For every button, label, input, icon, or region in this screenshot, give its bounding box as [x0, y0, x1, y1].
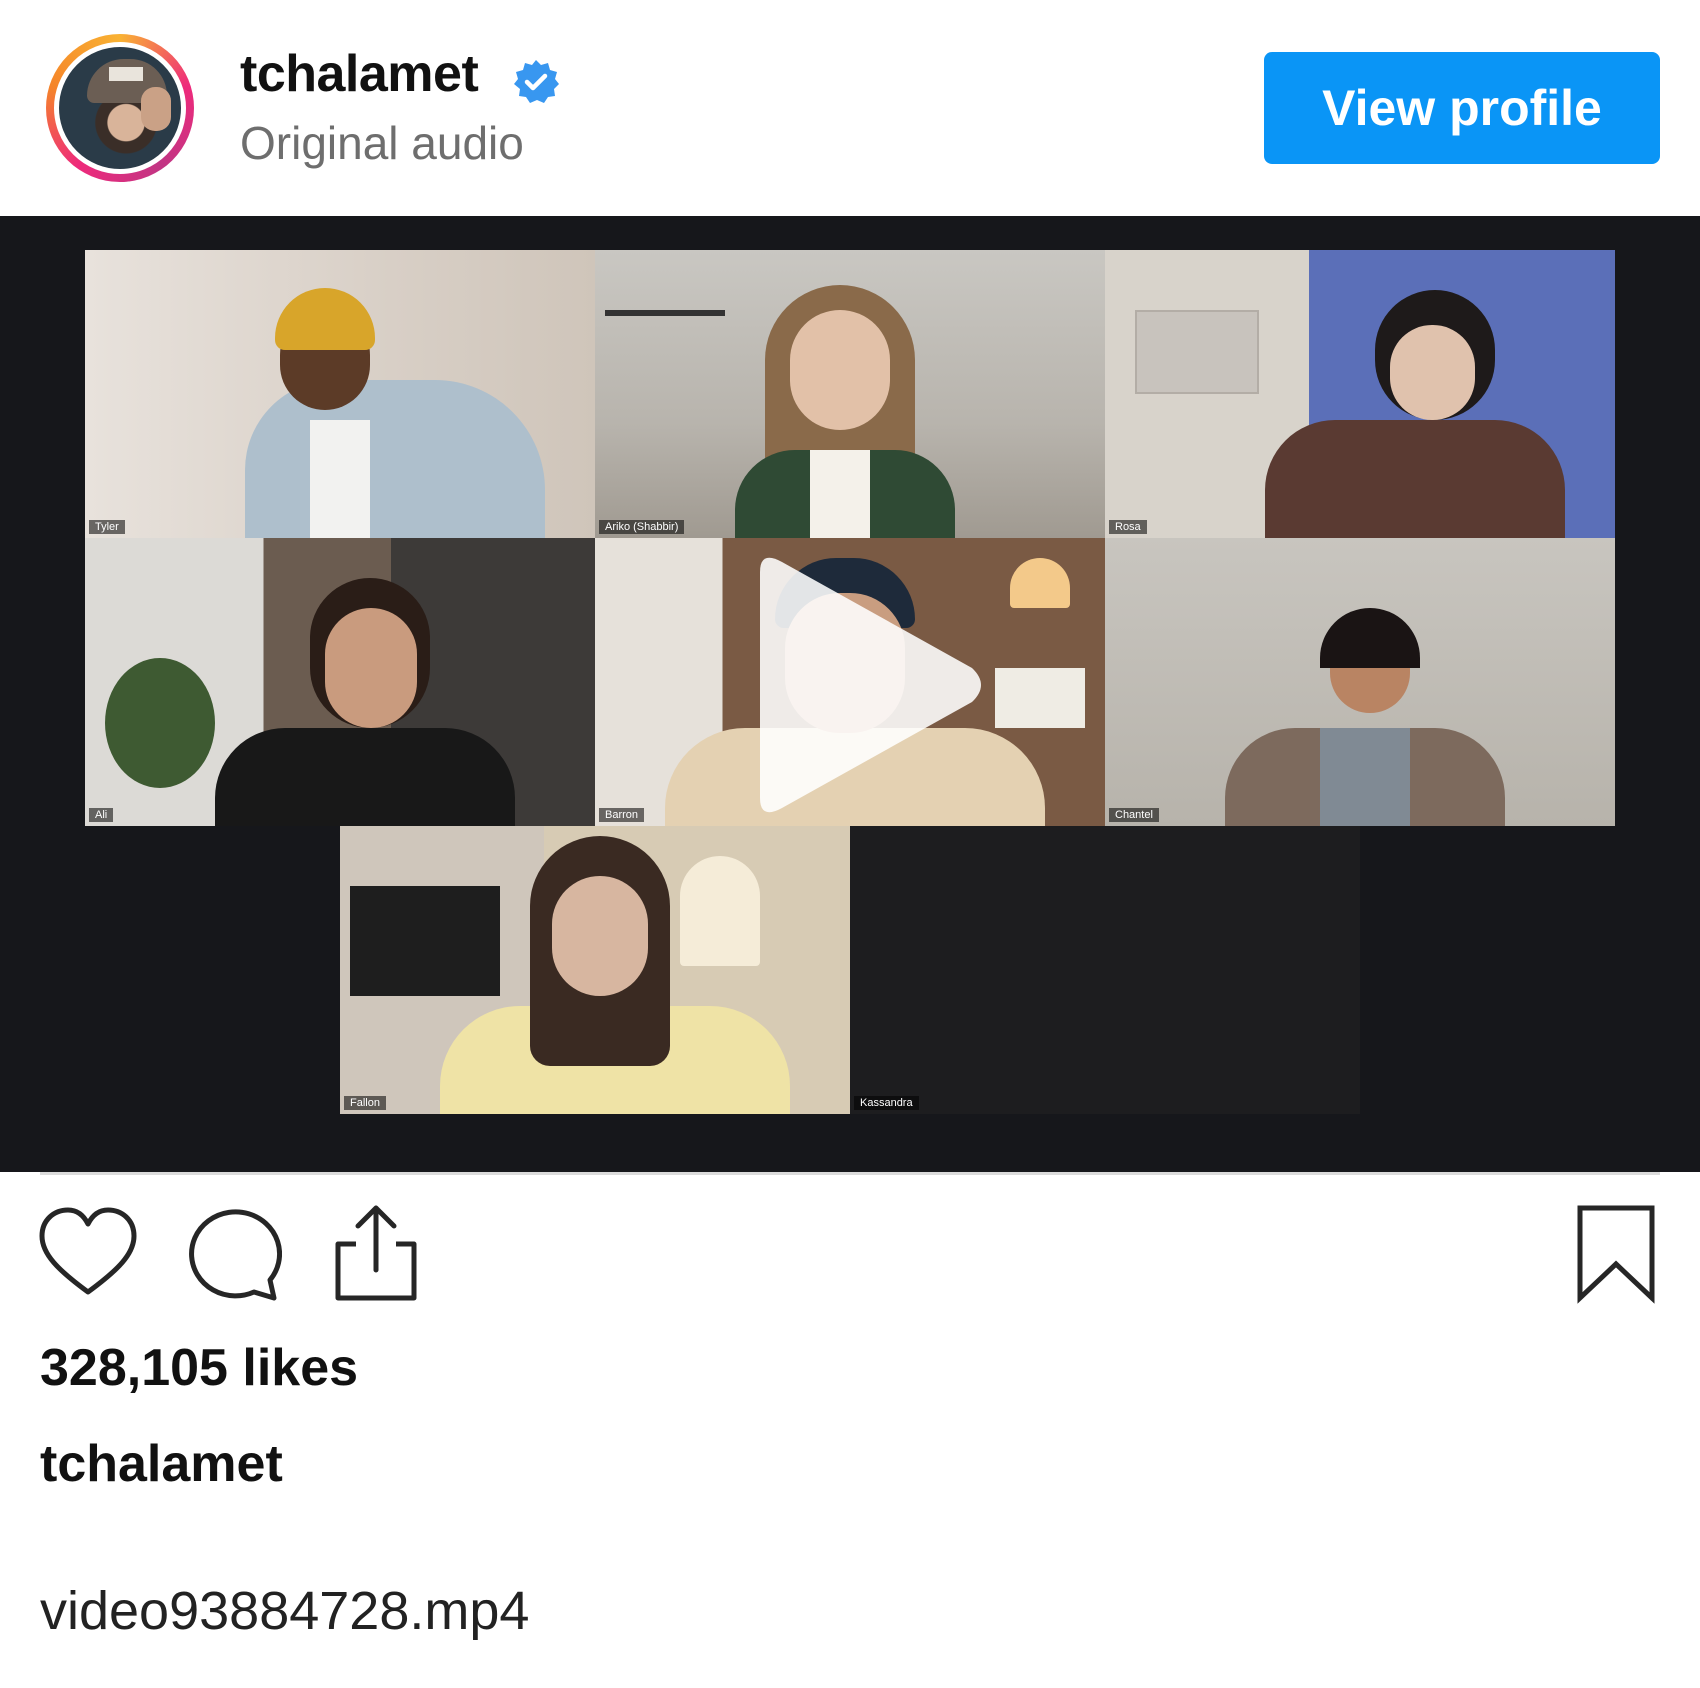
- caption-text: video93884728.mp4: [40, 1581, 530, 1641]
- play-icon[interactable]: [740, 550, 990, 820]
- participant-name: Chantel: [1109, 808, 1159, 822]
- audio-subtitle[interactable]: Original audio: [240, 116, 524, 170]
- video-tile: Fallon: [340, 826, 850, 1114]
- participant-name: Rosa: [1109, 520, 1147, 534]
- video-tile: Ali: [85, 538, 595, 826]
- view-profile-button[interactable]: View profile: [1264, 52, 1660, 164]
- participant-name: Ali: [89, 808, 114, 822]
- video-tile: Ariko (Shabbir): [595, 250, 1105, 538]
- participant-name: Tyler: [89, 520, 125, 534]
- likes-count[interactable]: 328,105 likes: [40, 1338, 358, 1398]
- post-header: tchalamet Original audio View profile: [0, 0, 1700, 216]
- verified-badge-icon: [514, 60, 559, 103]
- participant-name: Kassandra: [854, 1096, 919, 1110]
- video-tile: Tyler: [85, 250, 595, 538]
- heart-icon[interactable]: [38, 1204, 138, 1304]
- video-tile: Rosa: [1105, 250, 1615, 538]
- avatar-image: [54, 42, 186, 174]
- bookmark-icon[interactable]: [1566, 1204, 1666, 1304]
- divider: [40, 1172, 1660, 1175]
- caption-username[interactable]: tchalamet: [40, 1434, 283, 1494]
- share-icon[interactable]: [326, 1204, 426, 1304]
- participant-name: Fallon: [344, 1096, 386, 1110]
- video-tile: Chantel: [1105, 538, 1615, 826]
- video-player[interactable]: Tyler Ariko (Shabbir) Rosa Ali Barron Ch…: [0, 216, 1700, 1172]
- avatar[interactable]: [46, 34, 194, 182]
- participant-name: Barron: [599, 808, 645, 822]
- username[interactable]: tchalamet: [240, 44, 479, 104]
- participant-name: Ariko (Shabbir): [599, 520, 685, 534]
- comment-icon[interactable]: [182, 1204, 282, 1304]
- video-tile-camera-off: Kassandra: [850, 826, 1360, 1114]
